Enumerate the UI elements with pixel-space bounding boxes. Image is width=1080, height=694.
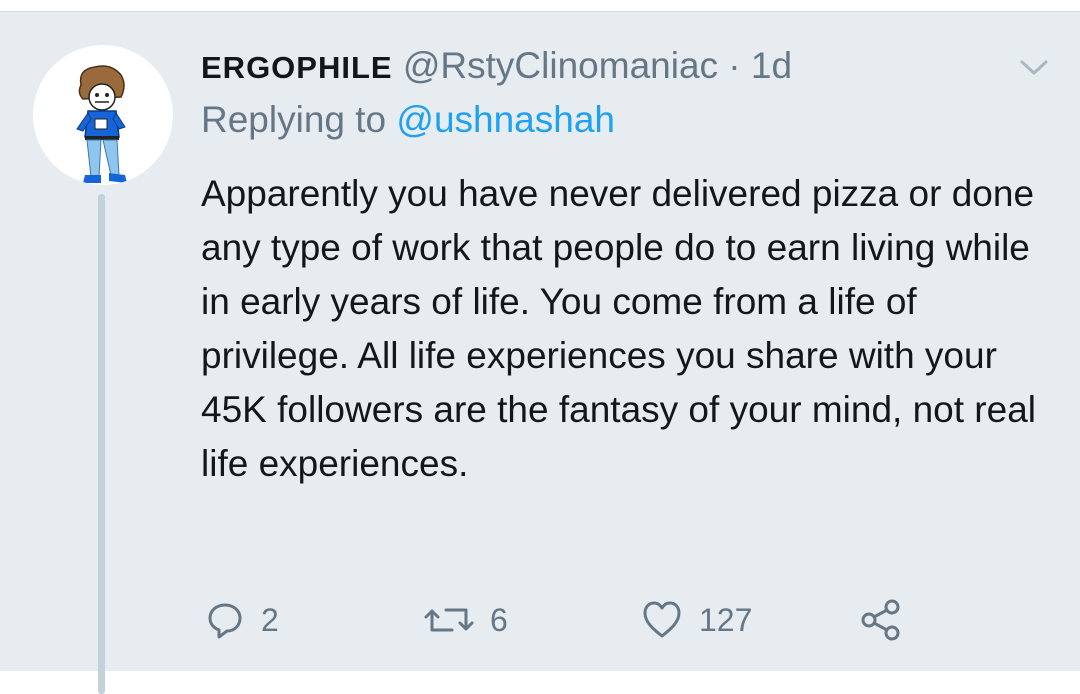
avatar[interactable] [33, 45, 173, 185]
tweet-header: ERGOPHILE @RstyClinomaniac · 1d [201, 44, 792, 90]
reply-count: 2 [261, 601, 279, 638]
display-name[interactable]: ERGOPHILE [201, 50, 393, 85]
share-button[interactable] [860, 597, 902, 643]
share-icon [861, 599, 900, 641]
like-count: 127 [699, 601, 753, 638]
replying-prefix: Replying to [201, 99, 397, 140]
reply-icon [208, 603, 242, 639]
like-button[interactable]: 127 [641, 597, 752, 643]
replying-to: Replying to @ushnashah [201, 98, 615, 142]
avatar-drawing [76, 65, 127, 183]
tweet-time[interactable]: 1d [751, 45, 792, 86]
retweet-button[interactable]: 6 [424, 597, 508, 643]
user-handle[interactable]: @RstyClinomaniac [403, 45, 718, 86]
tweet-card[interactable]: ERGOPHILE @RstyClinomaniac · 1d Replying… [0, 11, 1080, 694]
replying-to-mention[interactable]: @ushnashah [396, 99, 615, 140]
retweet-count: 6 [490, 601, 508, 638]
retweet-icon [424, 608, 474, 632]
separator-dot: · [718, 45, 751, 86]
action-bar: 2 6 127 [0, 597, 1080, 647]
reply-button[interactable]: 2 [205, 597, 279, 643]
chevron-down-icon[interactable] [1016, 56, 1052, 80]
tweet-text: Apparently you have never delivered pizz… [201, 173, 1036, 484]
like-icon [643, 601, 681, 638]
